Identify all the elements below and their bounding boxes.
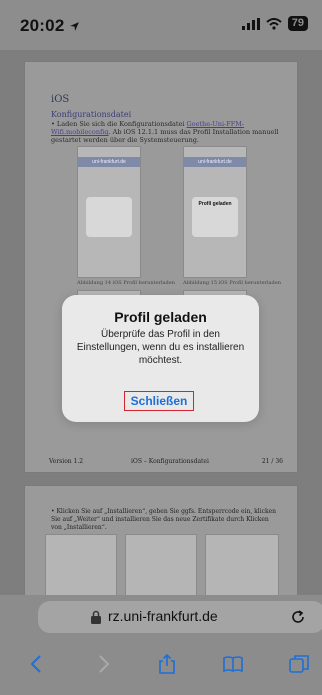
location-arrow-icon [70,22,80,31]
thumbnail-header: uni-frankfurt.de [78,157,140,167]
reload-icon[interactable] [289,608,307,626]
status-time-text: 20:02 [20,16,65,35]
battery-indicator: 79 [287,16,308,31]
instruction-bullet: • Laden Sie sich die Konfigurationsdatei… [51,120,279,144]
status-bar: 20:02 79 [0,0,322,50]
alert-message: Überprüfe das Profil in den Einstellunge… [76,329,245,366]
lock-icon [91,610,101,624]
wifi-icon [266,17,282,30]
subsection-title: Konfigurationsdatei [51,110,132,119]
thumbnail-dialog-title: Profil geladen [198,201,232,207]
section-title: iOS [51,94,70,105]
chevron-left-icon[interactable] [26,653,48,675]
instruction-bullet: • Klicken Sie auf „Installieren“, geben … [51,508,277,531]
footer-page-number: 21 / 36 [261,458,283,465]
status-indicators: 79 [241,16,308,31]
thumbnail-header: uni-frankfurt.de [184,157,246,167]
screenshot-thumbnail: uni-frankfurt.de Profil geladen [183,146,247,278]
close-button[interactable]: Schließen [124,391,194,411]
alert-title: Profil geladen [114,309,207,325]
url-text: rz.uni-frankfurt.de [108,608,218,624]
chevron-right-icon[interactable] [92,653,114,675]
signal-icon [241,17,260,30]
address-bar[interactable]: rz.uni-frankfurt.de [38,601,322,633]
browser-toolbar [0,643,322,683]
book-icon[interactable] [222,653,244,675]
bullet-text: Laden Sie sich die Konfigurationsdatei [56,120,187,128]
tabs-icon[interactable] [288,653,310,675]
figure-caption: Abbildung 14 iOS Profil herunterladen [77,280,175,286]
browser-bottom-bar: rz.uni-frankfurt.de [0,595,322,695]
footer-version: Version 1.2 [49,458,84,465]
thumbnail-dialog: Profil geladen [192,197,238,237]
profile-loaded-alert: Profil geladen Überprüfe das Profil in d… [62,295,259,422]
screenshot-thumbnail: uni-frankfurt.de [77,146,141,278]
thumbnail-dialog [86,197,132,237]
share-icon[interactable] [156,653,178,675]
figure-caption: Abbildung 15 iOS Profil herunterladen [183,280,281,286]
status-time: 20:02 [20,16,80,36]
footer-title: iOS – Konfigurationsdatei [131,458,209,465]
